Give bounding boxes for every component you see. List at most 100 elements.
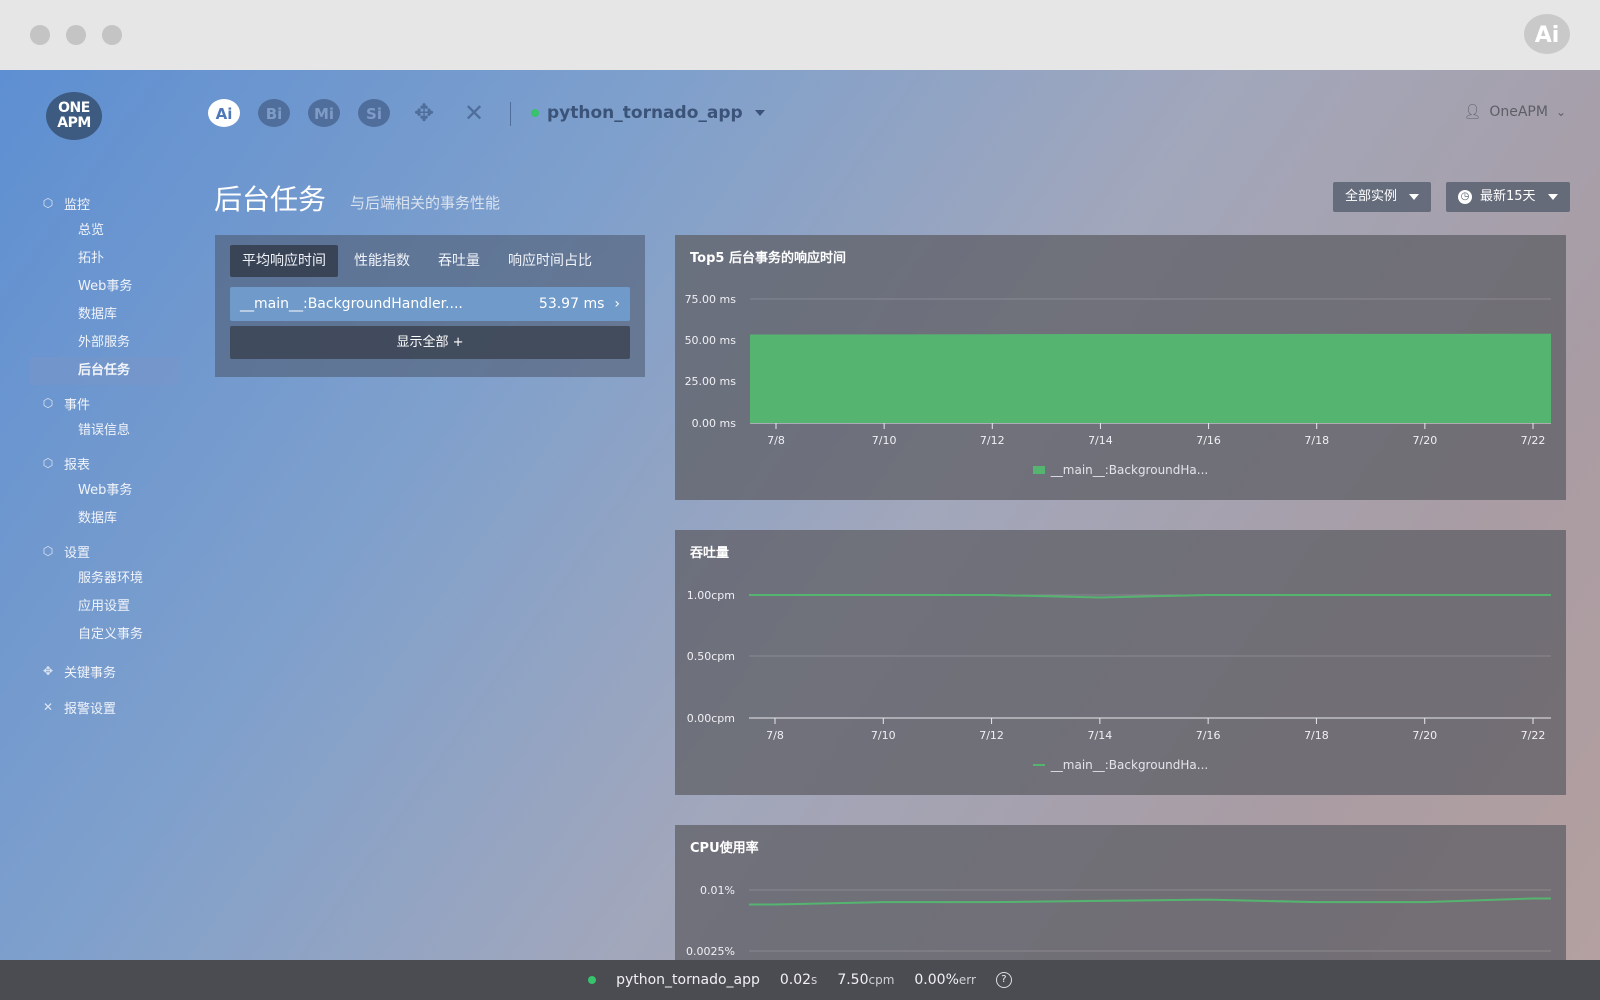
sidebar-section[interactable]: ✕ 报警设置 [30, 693, 180, 721]
error-rate-unit: err [958, 973, 976, 987]
series-line [749, 897, 1551, 906]
handshake-icon[interactable]: ✥ [408, 99, 440, 127]
chart-legend[interactable]: __main__:BackgroundHa... [675, 758, 1566, 772]
y-tick-label: 1.00cpm [687, 589, 735, 602]
tools-icon: ✕ [42, 700, 54, 714]
time-range-dropdown[interactable]: ◷ 最新15天 [1446, 182, 1570, 212]
instance-filter-dropdown[interactable]: 全部实例 [1333, 182, 1432, 212]
x-tick-label: 7/12 [979, 729, 1004, 742]
sidebar-item[interactable]: 外部服务 [30, 329, 180, 357]
x-tick-label: 7/8 [767, 434, 785, 447]
sidebar-item[interactable]: Web事务 [30, 273, 180, 301]
chevron-down-icon: ⌄ [1555, 105, 1566, 119]
transaction-row[interactable]: __main__:BackgroundHandler.... 53.97 ms … [230, 287, 630, 321]
bi-product-icon[interactable]: Bi [258, 99, 290, 127]
window-titlebar: Ai [0, 0, 1600, 70]
throughput-value: 7.50 [837, 972, 869, 988]
x-tick-label: 7/18 [1304, 729, 1329, 742]
sidebar-section-label: 事件 [64, 397, 91, 413]
maximize-window-button[interactable] [102, 25, 122, 45]
metric-tabs: 平均响应时间 性能指数 吞吐量 响应时间占比 [230, 245, 630, 277]
sidebar-section-label: 监控 [64, 197, 91, 213]
app-status-dot [588, 976, 597, 984]
transaction-value: 53.97 ms [538, 296, 605, 312]
x-tick-label: 7/18 [1304, 434, 1329, 447]
si-product-icon[interactable]: Si [358, 99, 390, 127]
sidebar-item[interactable]: 服务器环境 [30, 565, 180, 593]
sidebar-item[interactable]: 错误信息 [30, 417, 180, 445]
transaction-name: __main__:BackgroundHandler.... [240, 296, 463, 312]
sidebar-item[interactable]: Web事务 [30, 477, 180, 505]
x-tick-label: 7/10 [871, 729, 896, 742]
y-tick-label: 0.50cpm [687, 650, 735, 663]
nav-divider [510, 102, 511, 126]
sidebar-item[interactable]: 总览 [30, 217, 180, 245]
user-name: OneAPM [1489, 104, 1548, 120]
response-time-chart-panel: Top5 后台事务的响应时间 75.00 ms 50.00 ms 25.00 ms 0… [675, 235, 1566, 500]
status-app-name[interactable]: python_tornado_app [616, 972, 760, 988]
sidebar-section-label: 设置 [64, 545, 91, 561]
help-icon[interactable]: ? [995, 972, 1012, 988]
sidebar-section-label: 关键事务 [64, 665, 117, 681]
y-tick-label: 75.00 ms [685, 293, 737, 306]
caret-down-icon [754, 110, 765, 116]
chart-legend[interactable]: __main__:BackgroundHa... [675, 463, 1566, 477]
app-container: ONE APM Ai Bi Mi Si ✥ ✕ python_tornado_app 👤︎… [0, 70, 1600, 1000]
x-tick-label: 7/20 [1413, 434, 1438, 447]
sidebar-section[interactable]: ✥ 关键事务 [30, 657, 180, 685]
x-tick-label: 7/20 [1412, 729, 1437, 742]
close-window-button[interactable] [30, 25, 50, 45]
oneapm-logo[interactable]: ONE APM [46, 92, 102, 140]
cube-icon: ⬡ [42, 396, 54, 410]
y-tick-label: 0.00 ms [692, 417, 737, 430]
response-time-value: 0.02 [779, 972, 812, 988]
series-line [749, 594, 1551, 599]
sidebar-item[interactable]: 数据库 [30, 505, 180, 533]
sidebar-section[interactable]: ⬡ 事件 [30, 389, 180, 417]
user-menu[interactable]: 👤︎ OneAPM ⌄ [1464, 104, 1566, 120]
x-tick-label: 7/10 [872, 434, 897, 447]
y-tick-label: 50.00 ms [685, 334, 737, 347]
x-tick-label: 7/12 [980, 434, 1005, 447]
mi-product-icon[interactable]: Mi [308, 99, 340, 127]
instance-filter-label: 全部实例 [1345, 189, 1398, 204]
sidebar-item[interactable]: 自定义事务 [30, 621, 180, 649]
tools-icon[interactable]: ✕ [458, 99, 490, 127]
minimize-window-button[interactable] [66, 25, 86, 45]
show-all-button[interactable]: 显示全部 + [230, 326, 630, 359]
metric-tab[interactable]: 吞吐量 [426, 245, 492, 277]
x-tick-label: 7/16 [1196, 729, 1221, 742]
caret-down-icon [1547, 194, 1558, 200]
response-time-chart: 75.00 ms 50.00 ms 25.00 ms 0.00 ms 7/8 7/10 7/… [685, 293, 1551, 447]
page-title: 后台任务 [214, 183, 327, 216]
sidebar-item[interactable]: 数据库 [30, 301, 180, 329]
sidebar-section[interactable]: ⬡ 设置 [30, 537, 180, 565]
x-tick-label: 7/14 [1088, 729, 1113, 742]
x-tick-label: 7/22 [1521, 434, 1546, 447]
throughput-unit: cpm [868, 973, 895, 987]
sidebar-item[interactable]: 拓扑 [30, 245, 180, 273]
sidebar-section-label: 报警设置 [64, 701, 117, 717]
sidebar-item[interactable]: 应用设置 [30, 593, 180, 621]
metric-tab[interactable]: 平均响应时间 [230, 245, 338, 277]
sidebar-section[interactable]: ⬡ 报表 [30, 449, 180, 477]
ai-product-icon[interactable]: Ai [208, 99, 240, 127]
status-error-rate: 0.00%err [914, 972, 976, 988]
ai-app-logo: Ai [1524, 14, 1570, 54]
sidebar-section[interactable]: ⬡ 监控 [30, 189, 180, 217]
clock-icon: ◷ [1458, 190, 1472, 204]
legend-swatch [1032, 764, 1045, 766]
user-icon: 👤︎ [1463, 104, 1482, 120]
metric-tab[interactable]: 响应时间占比 [496, 245, 604, 277]
app-selector[interactable]: python_tornado_app [531, 103, 765, 123]
app-name: python_tornado_app [547, 103, 743, 123]
sidebar-item[interactable]: 后台任务 [30, 357, 180, 385]
series-area [750, 333, 1551, 423]
cube-icon: ⬡ [42, 196, 54, 210]
caret-down-icon [1409, 194, 1420, 200]
page-subtitle: 与后端相关的事务性能 [350, 194, 501, 212]
metric-tab[interactable]: 性能指数 [342, 245, 422, 277]
y-tick-label: 0.0025% [686, 945, 735, 958]
sidebar: ⬡ 监控 总览 拓扑 Web事务 数据库 外部服务 后台任务 ⬡ 事件 错误信息 ⬡ 报表 Web事务 数据… [30, 185, 180, 721]
status-response-time: 0.02s [780, 972, 817, 988]
